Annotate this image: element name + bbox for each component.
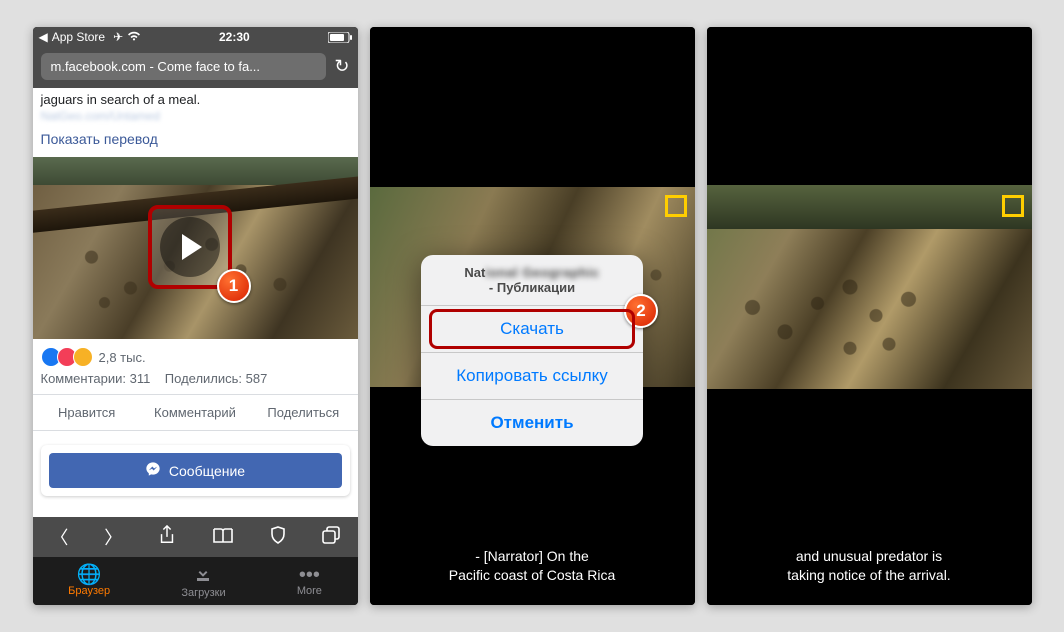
reload-icon[interactable]: ↻ — [334, 56, 349, 77]
action-sheet-cancel[interactable]: Отменить — [421, 400, 643, 446]
battery-icon — [328, 30, 352, 44]
tab-browser-label: Браузер — [68, 585, 110, 597]
action-sheet-download[interactable]: Скачать 2 — [421, 306, 643, 353]
chevron-left-icon: ◀ — [39, 30, 48, 44]
video-subtitles: - [Narrator] On the Pacific coast of Cos… — [370, 547, 695, 585]
subtitle-line-2: Pacific coast of Costa Rica — [370, 566, 695, 585]
airplane-icon: ✈︎ — [113, 30, 123, 44]
tab-browser[interactable]: 🌐 Браузер — [68, 565, 110, 597]
subtitle-line-2: taking notice of the arrival. — [707, 566, 1032, 585]
more-icon: ••• — [297, 565, 322, 585]
tab-downloads[interactable]: Загрузки — [181, 563, 225, 599]
url-field[interactable]: m.facebook.com - Come face to fa... — [41, 53, 327, 80]
subtitle-line-1: - [Narrator] On the — [370, 547, 695, 566]
comment-button[interactable]: Комментарий — [141, 405, 249, 420]
nav-forward-icon[interactable]: 〉 — [104, 524, 122, 550]
play-icon — [182, 234, 202, 260]
share-icon[interactable] — [158, 525, 176, 550]
post-action-row: Нравится Комментарий Поделиться — [33, 394, 358, 431]
download-icon — [181, 563, 225, 587]
page-content: jaguars in search of a meal. NatGeo.com/… — [33, 88, 358, 517]
bookmarks-icon[interactable] — [212, 526, 234, 549]
reactions-count: 2,8 тыс. — [99, 350, 146, 365]
video-player-fullscreen[interactable]: - [Narrator] On the Pacific coast of Cos… — [370, 27, 695, 605]
tabs-icon[interactable] — [322, 526, 340, 549]
status-back-to-appstore[interactable]: ◀ App Store ✈︎ — [39, 30, 142, 44]
post-caption: jaguars in search of a meal. — [33, 88, 358, 107]
video-thumbnail[interactable]: 1 — [33, 157, 358, 339]
natgeo-logo-icon — [665, 195, 687, 217]
video-player-fullscreen[interactable]: and unusual predator is taking notice of… — [707, 27, 1032, 605]
callout-2: 2 — [624, 294, 658, 328]
translate-link[interactable]: Показать перевод — [33, 125, 358, 157]
app-tabbar: 🌐 Браузер Загрузки ••• More — [33, 557, 358, 605]
natgeo-logo-icon — [1002, 195, 1024, 217]
message-button[interactable]: Сообщение — [49, 453, 342, 488]
callout-1: 1 — [217, 269, 251, 303]
wow-reaction-icon — [73, 347, 93, 367]
action-sheet-title: National Geographic - Публикации — [421, 255, 643, 306]
video-frame — [707, 185, 1032, 389]
shares-count: Поделились: 587 — [165, 371, 268, 386]
reaction-icons — [41, 347, 89, 367]
shield-icon[interactable] — [270, 526, 286, 549]
tab-downloads-label: Загрузки — [181, 587, 225, 599]
nav-back-icon[interactable]: 〈 — [50, 524, 68, 550]
tab-more-label: More — [297, 585, 322, 597]
action-sheet: National Geographic - Публикации Скачать… — [421, 255, 643, 446]
phone-panel-1: ◀ App Store ✈︎ 22:30 m.facebook.com - Co… — [33, 27, 358, 605]
phone-panel-2: - [Narrator] On the Pacific coast of Cos… — [370, 27, 695, 605]
status-time: 22:30 — [219, 30, 250, 44]
message-button-label: Сообщение — [169, 463, 245, 479]
phone-panel-3: and unusual predator is taking notice of… — [707, 27, 1032, 605]
messenger-icon — [145, 461, 161, 480]
reactions-row[interactable]: 2,8 тыс. — [33, 339, 358, 369]
comments-shares-line[interactable]: Комментарии: 311 Поделились: 587 — [33, 369, 358, 394]
like-button[interactable]: Нравится — [33, 405, 141, 420]
message-card: Сообщение — [41, 445, 350, 496]
comments-count: Комментарии: 311 — [41, 371, 151, 386]
tab-more[interactable]: ••• More — [297, 565, 322, 597]
url-bar: m.facebook.com - Come face to fa... ↻ — [33, 47, 358, 88]
browser-toolbar: 〈 〉 — [33, 517, 358, 557]
status-back-label: App Store — [52, 30, 105, 44]
video-subtitles: and unusual predator is taking notice of… — [707, 547, 1032, 585]
action-sheet-copy-link[interactable]: Копировать ссылку — [421, 353, 643, 400]
post-external-link[interactable]: NatGeo.com/Untamed — [33, 107, 358, 125]
subtitle-line-1: and unusual predator is — [707, 547, 1032, 566]
wifi-icon — [127, 30, 141, 44]
status-bar: ◀ App Store ✈︎ 22:30 — [33, 27, 358, 47]
globe-icon: 🌐 — [68, 565, 110, 585]
share-button[interactable]: Поделиться — [249, 405, 357, 420]
